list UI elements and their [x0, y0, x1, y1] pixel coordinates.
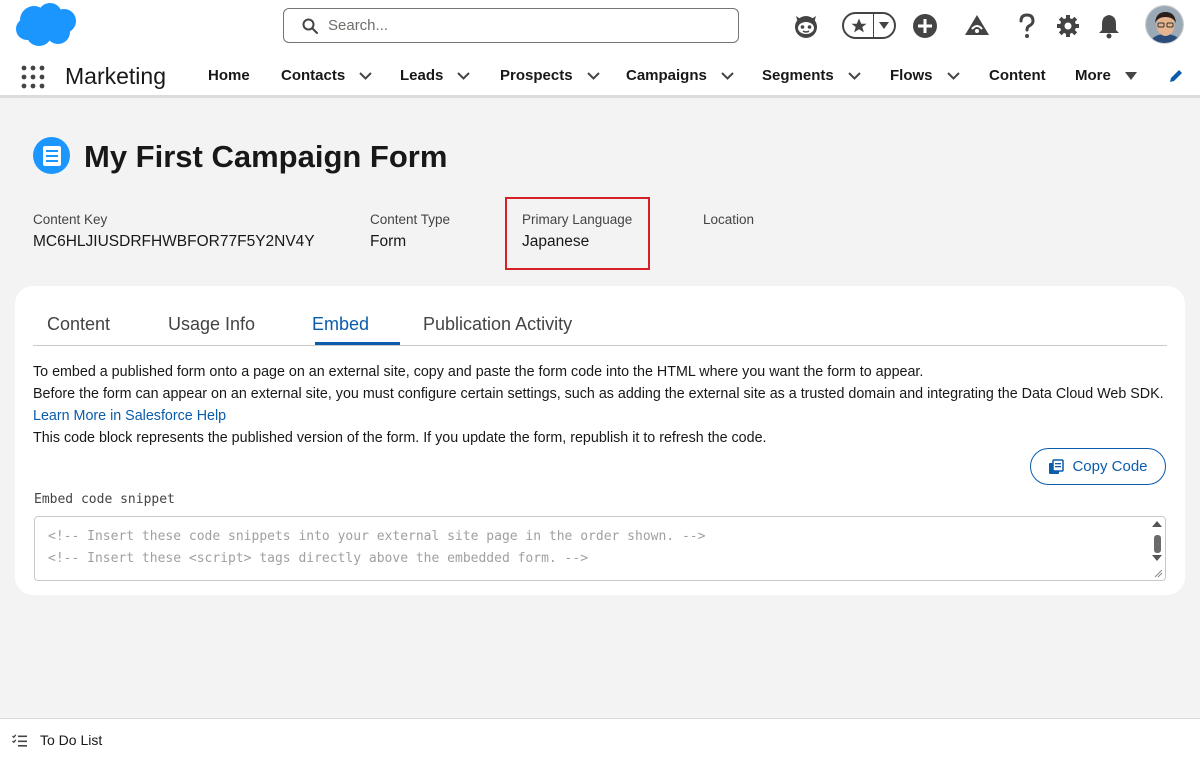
scroll-up-arrow-icon[interactable]	[1151, 520, 1163, 528]
field-label: Content Key	[33, 212, 108, 227]
active-tab-indicator	[315, 342, 400, 345]
tab-publication-activity[interactable]: Publication Activity	[423, 314, 572, 335]
copy-icon	[1049, 458, 1065, 474]
nav-item-prospects[interactable]: Prospects	[500, 67, 600, 84]
nav-item-label: Segments	[762, 67, 834, 84]
nav-item-label: Leads	[400, 67, 444, 84]
nav-item-contacts[interactable]: Contacts	[281, 67, 372, 84]
global-header: Search...	[0, 0, 1200, 52]
todo-list-label[interactable]: To Do List	[40, 732, 102, 748]
learn-more-link[interactable]: Learn More in Salesforce Help	[33, 408, 226, 424]
favorites-star-icon[interactable]	[844, 14, 874, 37]
nav-item-more[interactable]: More	[1075, 67, 1137, 84]
field-label: Location	[703, 212, 755, 227]
field-label: Content Type	[370, 212, 451, 227]
app-launcher-waffle-icon[interactable]	[21, 65, 45, 89]
embed-description: To embed a published form onto a page on…	[33, 361, 1173, 449]
chevron-down-icon[interactable]	[359, 71, 372, 80]
favorites-menu-chevron-down-icon[interactable]	[874, 14, 894, 37]
nav-item-leads[interactable]: Leads	[400, 67, 471, 84]
nav-item-label: Flows	[890, 67, 933, 84]
field-value: MC6HLJIUSDRFHWBFOR77F5Y2NV4Y	[33, 233, 315, 250]
nav-item-flows[interactable]: Flows	[890, 67, 960, 84]
nav-item-content[interactable]: Content	[989, 67, 1046, 84]
embed-description-line: Before the form can appear on an externa…	[33, 383, 1173, 427]
field-value: Form	[370, 233, 407, 250]
chevron-down-icon[interactable]	[721, 71, 734, 80]
embed-description-line: This code block represents the published…	[33, 430, 767, 446]
field-location: Location	[703, 212, 754, 233]
nav-item-label: Content	[989, 67, 1046, 84]
copy-code-label: Copy Code	[1072, 458, 1148, 475]
page-title: My First Campaign Form	[84, 139, 448, 174]
user-avatar[interactable]	[1145, 5, 1184, 44]
chevron-down-icon[interactable]	[457, 71, 471, 80]
tab-embed[interactable]: Embed	[312, 314, 369, 335]
nav-item-home[interactable]: Home	[208, 67, 250, 84]
embed-description-line: To embed a published form onto a page on…	[33, 364, 924, 380]
favorites-group	[842, 12, 896, 39]
caret-down-icon[interactable]	[1124, 71, 1137, 80]
scroll-down-arrow-icon[interactable]	[1151, 554, 1163, 562]
notifications-bell-icon[interactable]	[1095, 12, 1123, 40]
nav-item-label: Prospects	[500, 67, 573, 84]
nav-item-segments[interactable]: Segments	[762, 67, 861, 84]
copy-code-button[interactable]: Copy Code	[1030, 448, 1166, 485]
tab-usage-info[interactable]: Usage Info	[168, 314, 255, 335]
chevron-down-icon[interactable]	[847, 71, 861, 80]
embed-snippet-label: Embed code snippet	[34, 492, 175, 507]
nav-item-label: Campaigns	[626, 67, 707, 84]
resize-handle-icon[interactable]	[1153, 568, 1163, 578]
edit-nav-pencil-icon[interactable]	[1168, 68, 1184, 89]
embed-code-textarea[interactable]: <!-- Insert these code snippets into you…	[34, 516, 1166, 581]
form-document-icon	[33, 137, 70, 174]
todo-list-icon[interactable]	[12, 733, 27, 747]
tab-content[interactable]: Content	[47, 314, 110, 335]
app-name: Marketing	[65, 63, 166, 89]
nav-item-label: Home	[208, 67, 250, 84]
setup-gear-icon[interactable]	[1054, 12, 1082, 40]
field-content-key: Content Key MC6HLJIUSDRFHWBFOR77F5Y2NV4Y	[33, 212, 315, 251]
code-line: <!-- Insert these <script> tags directly…	[48, 551, 589, 566]
nav-item-campaigns[interactable]: Campaigns	[626, 67, 734, 84]
app-navigation-bar: Marketing Home Contacts Leads Prospects …	[0, 52, 1200, 98]
annotation-highlight-box	[505, 197, 650, 270]
embed-card: Content Usage Info Embed Publication Act…	[15, 286, 1185, 595]
field-content-type: Content Type Form	[370, 212, 450, 251]
scroll-thumb[interactable]	[1154, 535, 1161, 553]
global-create-plus-icon[interactable]	[911, 12, 939, 40]
tab-bar: Content Usage Info Embed Publication Act…	[33, 286, 1167, 346]
chevron-down-icon[interactable]	[586, 71, 600, 80]
embed-description-text: Before the form can appear on an externa…	[33, 386, 1164, 402]
nav-item-label: Contacts	[281, 67, 346, 84]
nav-item-label: More	[1075, 67, 1111, 84]
code-line: <!-- Insert these code snippets into you…	[48, 529, 706, 544]
trailhead-guidance-icon[interactable]	[963, 12, 991, 40]
help-question-icon[interactable]	[1013, 12, 1041, 40]
utility-bar: To Do List	[0, 718, 1200, 761]
chevron-down-icon[interactable]	[946, 71, 960, 80]
agent-astro-icon[interactable]	[792, 12, 820, 40]
